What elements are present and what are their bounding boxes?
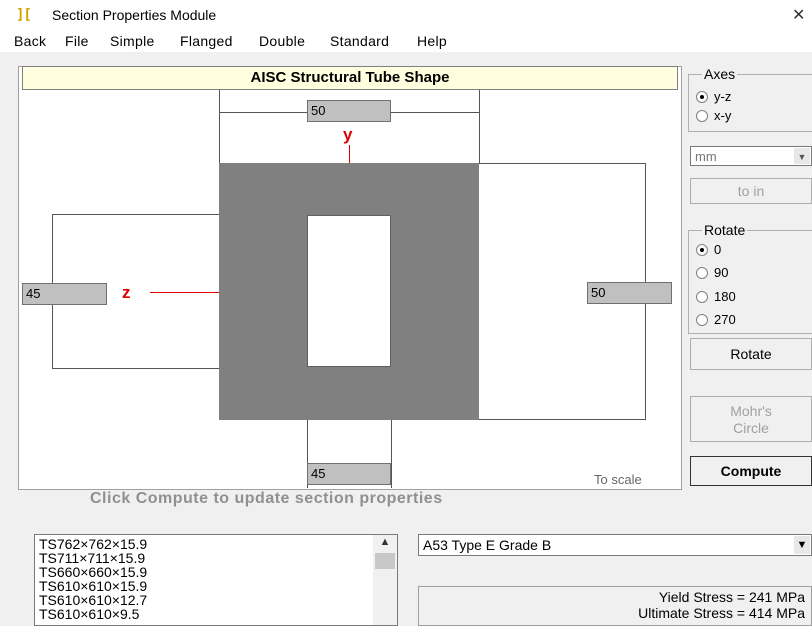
list-item[interactable]: TS610×610×15.9 [39,579,147,593]
y-axis-label: y [343,125,353,144]
dim-line [479,163,646,164]
window-title: Section Properties Module [52,7,217,23]
dim-left-box[interactable]: 45 [22,283,107,305]
dim-line [479,90,480,163]
units-select[interactable]: mm ▼ [690,146,812,166]
radio-selected-icon [696,243,708,256]
y-axis-line [349,145,350,163]
menu-double[interactable]: Double [259,33,305,49]
dim-line [52,214,219,215]
shape-listbox[interactable]: TS762×762×15.9 TS711×711×15.9 TS660×660×… [34,534,398,626]
to-scale-label: To scale [594,472,642,487]
material-value: A53 Type E Grade B [423,537,552,553]
scroll-thumb[interactable] [375,553,395,569]
material-properties: Yield Stress = 241 MPa Ultimate Stress =… [418,586,812,626]
radio-unselected-icon [696,290,708,303]
menu-back[interactable]: Back [14,33,46,49]
dim-line [391,420,392,488]
list-scrollbar[interactable]: ▲ [373,535,397,625]
menu-flanged[interactable]: Flanged [180,33,233,49]
radio-selected-icon [696,90,708,103]
radio-label: 180 [714,289,736,304]
radio-label: 90 [714,265,729,280]
chevron-down-icon: ▼ [794,148,810,164]
menu-bar: Back File Simple Flanged Double Standard… [0,30,812,52]
dim-right-box[interactable]: 50 [587,282,672,304]
radio-unselected-icon [696,266,708,279]
axes-group-label: Axes [702,66,738,82]
z-axis-line [150,292,219,293]
radio-rotate-270[interactable]: 270 [696,312,736,327]
radio-label: x-y [714,108,732,123]
compute-button[interactable]: Compute [690,456,812,486]
mohrs-circle-button[interactable]: Mohr's Circle [690,396,812,442]
radio-label: 0 [714,242,722,257]
radio-rotate-0[interactable]: 0 [696,242,721,257]
list-item[interactable]: TS762×762×15.9 [39,537,147,551]
radio-unselected-icon [696,109,708,122]
to-in-button[interactable]: to in [690,178,812,204]
app-icon: ][ [16,7,32,23]
rotate-button[interactable]: Rotate [690,338,812,370]
list-item[interactable]: TS711×711×15.9 [39,551,145,565]
menu-simple[interactable]: Simple [110,33,155,49]
radio-label: y-z [714,89,732,104]
tube-hollow [307,215,391,367]
menu-help[interactable]: Help [417,33,447,49]
close-icon[interactable]: ✕ [792,5,805,25]
dim-bottom-box[interactable]: 45 [307,463,391,485]
mohrs-line-2: Circle [733,420,769,436]
radio-axes-xy[interactable]: x-y [696,108,731,123]
radio-label: 270 [714,312,736,327]
list-item[interactable]: TS610×610×9.5 [39,607,139,621]
menu-file[interactable]: File [65,33,89,49]
dim-line [52,368,219,369]
rotate-group-label: Rotate [702,222,748,238]
radio-rotate-180[interactable]: 180 [696,289,736,304]
menu-standard[interactable]: Standard [330,33,389,49]
z-axis-label: z [122,283,131,302]
radio-unselected-icon [696,313,708,326]
dim-top-box[interactable]: 50 [307,100,391,122]
yield-stress: Yield Stress = 241 MPa [658,589,805,605]
units-value: mm [695,149,717,164]
material-select[interactable]: A53 Type E Grade B ▼ [418,534,812,556]
chevron-down-icon: ▼ [794,536,810,554]
list-item[interactable]: TS610×610×12.7 [39,593,147,607]
dim-line [219,90,220,163]
scroll-up-icon[interactable]: ▲ [373,535,397,549]
mohrs-line-1: Mohr's [730,403,772,419]
status-message: Click Compute to update section properti… [90,490,443,507]
shape-title: AISC Structural Tube Shape [22,66,678,90]
title-bar: ][ Section Properties Module ✕ [0,0,812,30]
radio-axes-yz[interactable]: y-z [696,89,731,104]
list-item[interactable]: TS660×660×15.9 [39,565,147,579]
ultimate-stress: Ultimate Stress = 414 MPa [638,605,805,621]
radio-rotate-90[interactable]: 90 [696,265,728,280]
dim-line [479,419,646,420]
